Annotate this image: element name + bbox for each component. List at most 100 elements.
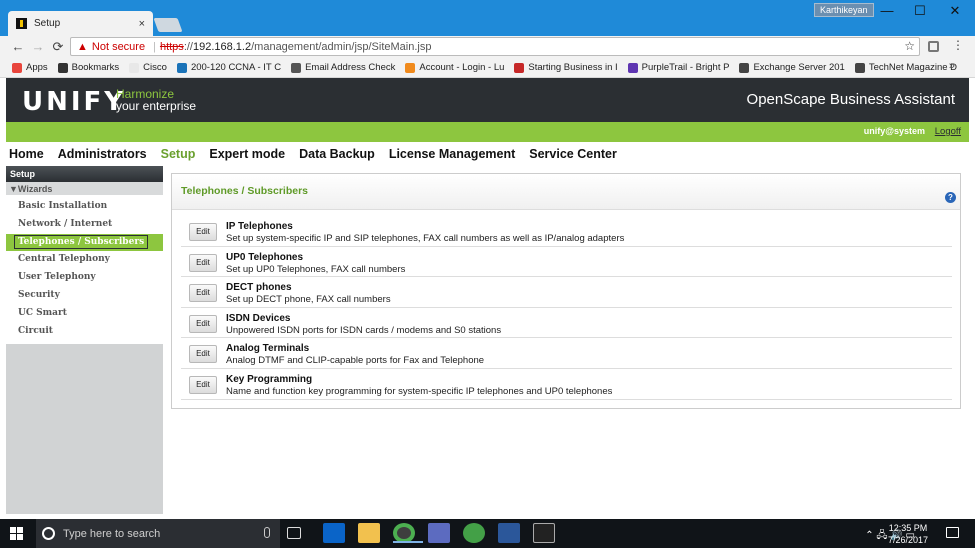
logoff-link[interactable]: Logoff (935, 126, 961, 137)
row-title: ISDN Devices (226, 312, 291, 324)
bookmark-item[interactable]: Bookmarks (57, 62, 119, 73)
forward-arrow-icon[interactable]: → (30, 39, 46, 54)
sidebar-item-label: Central Telephony (18, 254, 110, 265)
cortana-icon (42, 527, 55, 540)
browser-menu-icon[interactable]: ⋮ (952, 38, 964, 52)
utorrent-icon[interactable] (463, 523, 485, 543)
edit-button[interactable]: Edit (189, 314, 217, 333)
sidebar-item-uc-smart[interactable]: UC Smart (6, 305, 163, 323)
sidebar-item-label: Basic Installation (18, 201, 108, 211)
edit-button[interactable]: Edit (189, 345, 217, 364)
bookmark-item[interactable]: Apps (12, 62, 48, 73)
sidebar-item-label: Telephones / Subscribers (14, 234, 149, 249)
sidebar-item-label: User Telephony (18, 272, 96, 283)
sidebar-item-basic-installation[interactable]: Basic Installation (6, 198, 163, 216)
nav-service-center[interactable]: Service Center (529, 147, 617, 161)
nav-home[interactable]: Home (9, 147, 44, 161)
nav-license-management[interactable]: License Management (389, 147, 515, 161)
command-prompt-icon[interactable] (533, 523, 555, 543)
collapse-triangle-icon[interactable]: ▼ (9, 184, 18, 194)
windows-taskbar: Type here to search ⌃ 🖧 🔊 ▭ 12:35 PM 7/2… (0, 519, 975, 548)
not-secure-label[interactable]: Not secure (92, 41, 145, 53)
close-window-button[interactable]: ✕ (941, 4, 969, 18)
bookmark-favicon-icon (12, 62, 22, 73)
nav-setup[interactable]: Setup (161, 147, 196, 161)
sidebar-item-label: Security (18, 289, 60, 300)
tagline-line-2: your enterprise (116, 99, 197, 113)
sidebar-item-network-internet[interactable]: Network / Internet (6, 216, 163, 234)
sidebar-item-central-telephony[interactable]: Central Telephony (6, 251, 163, 269)
new-tab-button[interactable] (153, 18, 183, 32)
nav-expert-mode[interactable]: Expert mode (209, 147, 285, 161)
sidebar-item-security[interactable]: Security (6, 287, 163, 305)
page-title: Telephones / Subscribers (181, 185, 309, 197)
bookmark-favicon-icon (129, 62, 140, 73)
back-arrow-icon[interactable]: ← (10, 39, 26, 54)
nav-data-backup[interactable]: Data Backup (299, 147, 375, 161)
bookmark-item[interactable]: PurpleTrail - Bright P (627, 62, 729, 73)
product-name: OpenScape Business Assistant (746, 91, 955, 108)
bookmark-item[interactable]: 200-120 CCNA - IT C (176, 62, 282, 73)
bookmark-item[interactable]: Email Address Check (291, 62, 395, 73)
taskbar-search[interactable]: Type here to search (36, 519, 280, 548)
bookmark-label: 200-120 CCNA - IT C (190, 62, 282, 73)
windows-start-icon[interactable] (10, 527, 24, 540)
chrome-icon[interactable] (393, 523, 423, 543)
bookmark-label: Account - Login - Lu (419, 62, 505, 73)
unify-logo: UNIFY (22, 87, 127, 117)
bookmarks-bar: Apps Bookmarks Cisco 200-120 CCNA - IT C Ema… (0, 58, 975, 78)
network-tool-icon[interactable] (428, 523, 450, 543)
url-host: 192.168.1.2 (192, 40, 252, 53)
outlook-icon[interactable] (323, 523, 345, 543)
edit-button[interactable]: Edit (189, 284, 217, 303)
browser-tab[interactable]: Setup × (8, 11, 153, 36)
bookmark-item[interactable]: Cisco (129, 62, 167, 73)
app-header: UNIFY Harmonize your enterprise OpenScap… (6, 78, 969, 122)
action-center-icon[interactable] (946, 527, 959, 538)
bookmark-label: TechNet Magazine D (868, 62, 958, 73)
task-view-icon[interactable] (287, 527, 301, 539)
file-explorer-icon[interactable] (358, 523, 380, 543)
sidebar-item-telephones-subscribers[interactable]: Telephones / Subscribers (6, 233, 163, 252)
profile-badge[interactable]: Karthikeyan (814, 3, 874, 17)
bookmark-star-icon[interactable]: ☆ (904, 39, 915, 53)
content-panel: Telephones / Subscribers ? Edit IP Teleph… (171, 173, 961, 409)
url-separator: :// (183, 40, 193, 53)
tab-close-icon[interactable]: × (139, 18, 145, 30)
bookmark-favicon-icon (627, 62, 638, 73)
wizard-row: Edit Analog Terminals Analog DTMF and CLIP… (181, 338, 952, 369)
taskbar-clock[interactable]: 12:35 PM 7/26/2017 (888, 522, 928, 546)
address-bar[interactable]: ▲ Not secure | https :// 192.168.1.2 /ma… (70, 37, 920, 56)
microphone-icon[interactable] (264, 527, 270, 538)
url-path: /management/admin/jsp/SiteMain.jsp (251, 40, 432, 53)
maximize-button[interactable]: ☐ (906, 4, 934, 18)
word-icon[interactable] (498, 523, 520, 543)
edit-button[interactable]: Edit (189, 223, 217, 241)
row-title: DECT phones (226, 282, 292, 294)
main-navigation: Home Administrators Setup Expert mode Data B… (6, 142, 969, 166)
edit-button[interactable]: Edit (189, 375, 217, 394)
bookmark-item[interactable]: TechNet Magazine D (854, 62, 958, 73)
bookmark-favicon-icon (291, 62, 302, 73)
bookmark-item[interactable]: Exchange Server 201 (739, 62, 845, 73)
minimize-button[interactable]: — (873, 4, 901, 18)
reload-icon[interactable]: ⟳ (50, 39, 66, 55)
bookmarks-overflow-icon[interactable]: » (949, 60, 955, 72)
bookmark-favicon-icon (405, 62, 416, 73)
omnibox-separator: | (153, 40, 156, 53)
content-header: Telephones / Subscribers ? (172, 174, 960, 210)
extension-icon[interactable] (928, 41, 939, 52)
bookmark-item[interactable]: Starting Business in I (514, 62, 618, 73)
sidebar-item-user-telephony[interactable]: User Telephony (6, 269, 163, 287)
row-description: Set up system-specific IP and SIP teleph… (226, 233, 625, 244)
row-description: Set up UP0 Telephones, FAX call numbers (226, 263, 406, 275)
bookmark-item[interactable]: Account - Login - Lu (405, 62, 504, 73)
wizard-row: Edit DECT phones Set up DECT phone, FAX ca… (181, 277, 952, 308)
edit-button[interactable]: Edit (189, 253, 217, 272)
wizards-group[interactable]: ▼Wizards (6, 182, 163, 196)
nav-administrators[interactable]: Administrators (58, 147, 147, 161)
sidebar-item-circuit[interactable]: Circuit (6, 323, 163, 341)
bookmark-favicon-icon (57, 62, 68, 73)
help-icon[interactable]: ? (945, 192, 956, 203)
bookmark-label: Email Address Check (305, 62, 396, 73)
